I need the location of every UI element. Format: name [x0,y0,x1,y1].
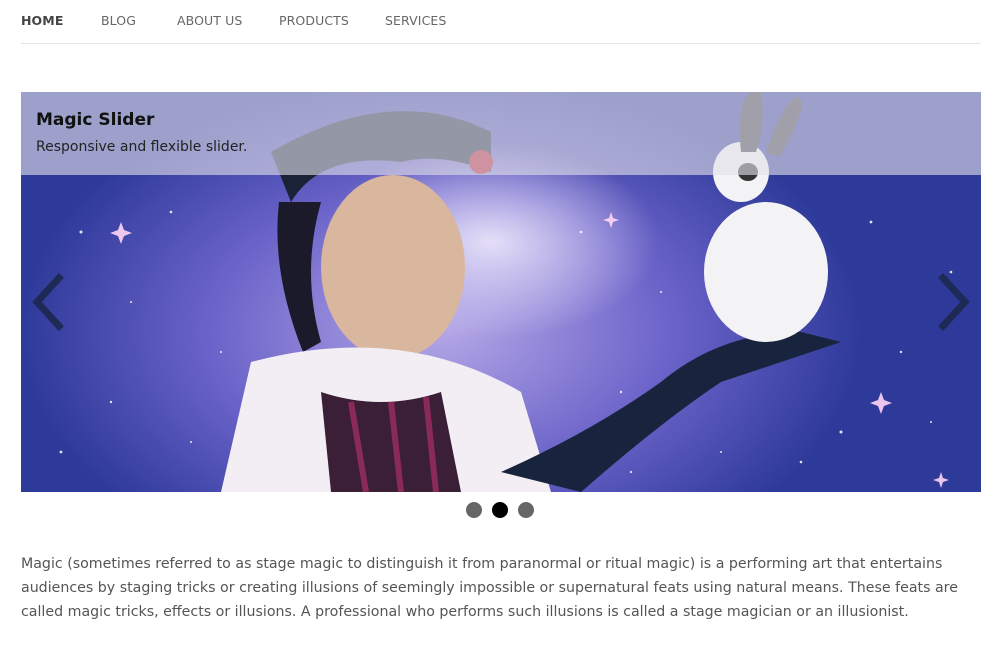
slide-dot-2[interactable] [492,502,508,518]
slide-dot-1[interactable] [466,502,482,518]
chevron-right-icon [938,273,970,331]
prev-slide-button[interactable] [27,272,67,332]
nav-item-blog[interactable]: BLOG [101,13,136,28]
caption-band [21,92,981,175]
slide-dot-3[interactable] [518,502,534,518]
nav-item-services[interactable]: SERVICES [385,13,446,28]
image-slider[interactable]: Magic Slider Responsive and flexible sli… [21,92,981,492]
slide-caption-title: Magic Slider [36,110,155,130]
next-slide-button[interactable] [935,272,975,332]
slider-pagination [466,502,536,518]
nav-item-products[interactable]: PRODUCTS [279,13,349,28]
chevron-left-icon [32,273,64,331]
nav-item-about-us[interactable]: ABOUT US [177,13,242,28]
slide-caption-subtitle: Responsive and flexible slider. [36,139,248,155]
nav-item-home[interactable]: HOME [21,13,63,28]
article-paragraph: Magic (sometimes referred to as stage ma… [21,556,958,620]
main-nav: HOME BLOG ABOUT US PRODUCTS SERVICES [21,0,981,44]
